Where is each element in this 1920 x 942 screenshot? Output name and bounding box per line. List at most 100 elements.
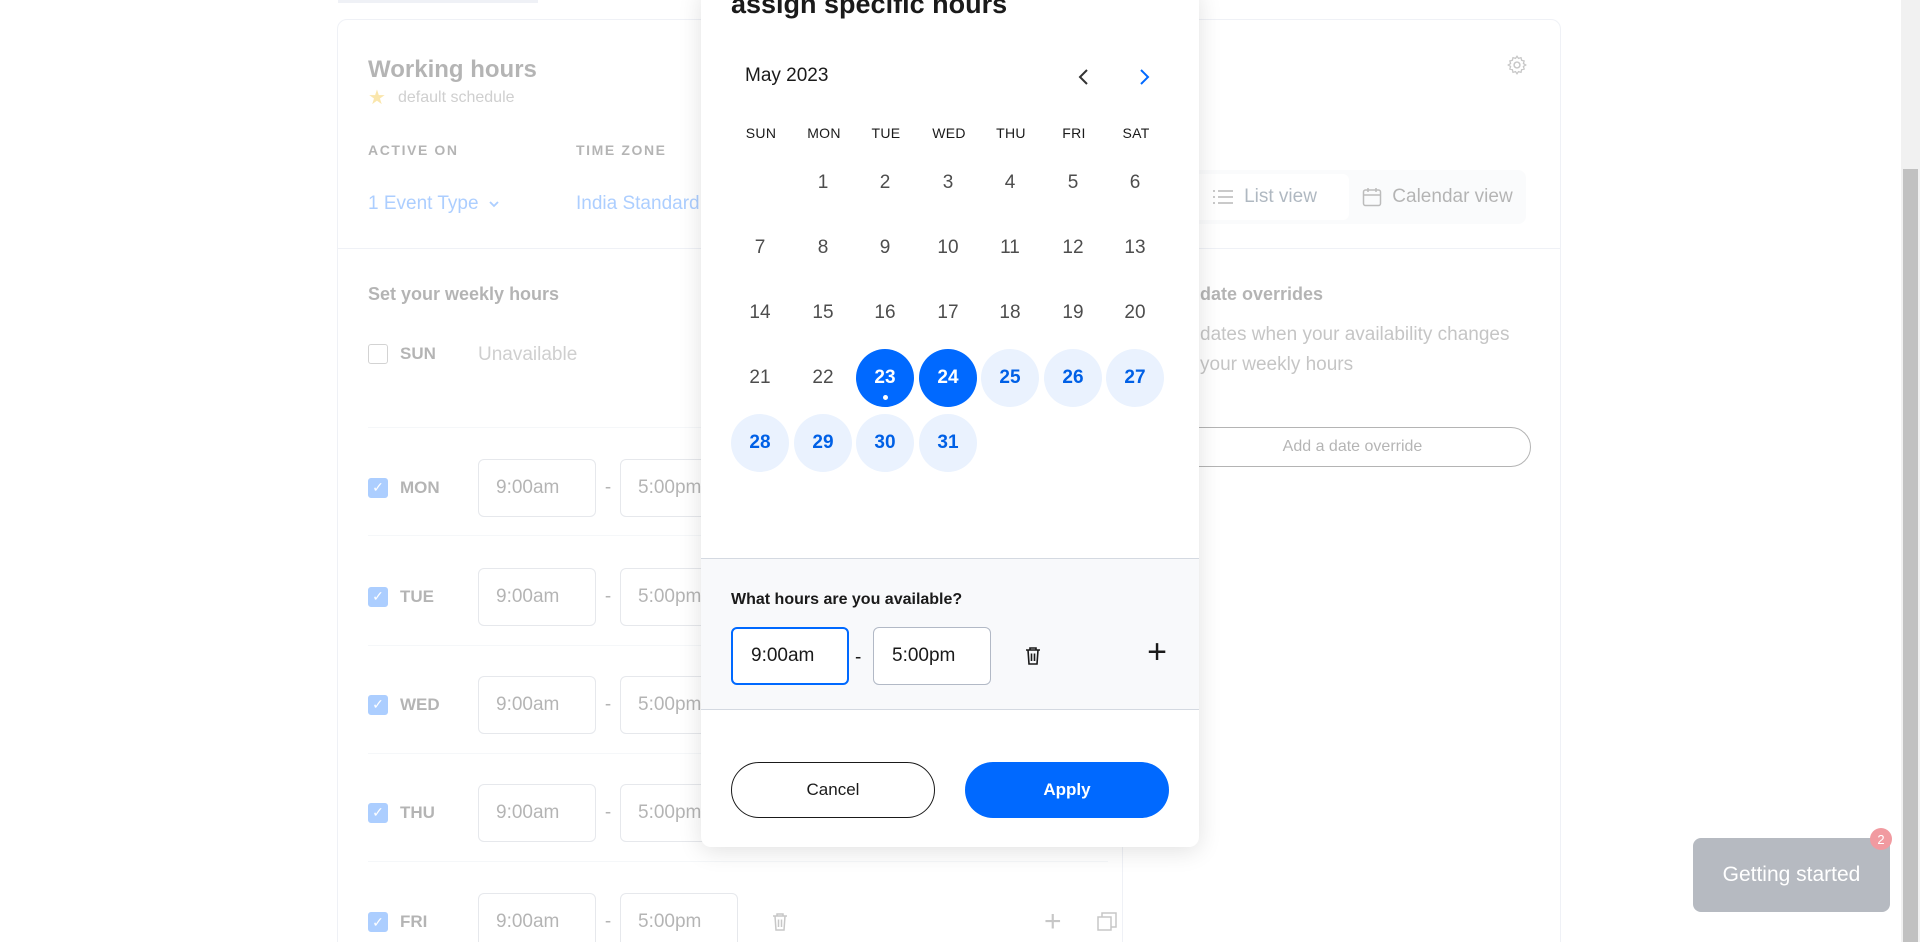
calendar-day[interactable]: 23 [856,349,914,407]
gear-icon[interactable] [1506,54,1528,76]
calendar-day-label: 29 [812,432,834,453]
day-checkbox-tue[interactable]: ✓ [368,586,388,607]
cancel-button[interactable]: Cancel [731,762,935,818]
calendar-day[interactable]: 5 [1044,154,1102,212]
calendar-day-label: 18 [999,302,1021,323]
add-date-override-button[interactable]: Add a date override [1174,427,1531,467]
calendar-day-label: 26 [1062,367,1084,388]
day-checkbox-fri[interactable]: ✓ [368,912,388,932]
getting-started-button[interactable]: Getting started 2 [1693,828,1892,912]
chevron-down-icon [488,201,499,208]
star-icon: ★ [368,87,386,109]
active-on-dropdown[interactable]: 1 Event Type [368,193,501,215]
calendar-day-label: 28 [749,432,771,453]
calendar-day[interactable]: 28 [731,414,789,472]
time-zone-dropdown[interactable]: India Standard [576,193,700,215]
notification-badge: 2 [1870,828,1892,850]
calendar-day[interactable]: 22 [794,349,852,407]
day-name-fri: FRI [400,912,428,931]
calendar-day[interactable]: 4 [981,154,1039,212]
date-overrides-line-2: your weekly hours [1200,354,1354,375]
calendar-day[interactable]: 2 [856,154,914,212]
add-hours-icon[interactable]: + [1142,635,1172,669]
calendar-day[interactable]: 17 [919,284,977,342]
calendar-day[interactable]: 11 [981,219,1039,277]
time-zone-value: India Standard [576,193,700,214]
calendar-day[interactable]: 29 [794,414,852,472]
next-month-button[interactable] [1129,62,1159,92]
start-time-mon[interactable]: 9:00am [478,458,596,517]
calendar-day-label: 21 [749,367,771,388]
hours-dash: - [855,647,862,668]
trash-icon[interactable] [1021,644,1045,668]
calendar-day[interactable]: 12 [1044,219,1102,277]
getting-started-label: Getting started [1722,863,1861,886]
calendar-day[interactable]: 10 [919,219,977,277]
calendar-day[interactable]: 20 [1106,284,1164,342]
calendar-day[interactable]: 19 [1044,284,1102,342]
calendar-day[interactable]: 3 [919,154,977,212]
day-name-sun: SUN [400,344,436,363]
default-schedule-row: ★ default schedule [368,88,515,108]
start-time-wed[interactable]: 9:00am [478,675,596,734]
time-dash: - [604,801,612,823]
calendar-day[interactable]: 16 [856,284,914,342]
calendar-day-label: 6 [1129,172,1141,193]
copy-icon[interactable] [1096,911,1118,933]
start-time-input[interactable]: 9:00am [731,627,849,685]
calendar-day[interactable]: 30 [856,414,914,472]
day-checkbox-wed[interactable]: ✓ [368,694,388,715]
calendar-day[interactable]: 8 [794,219,852,277]
day-checkbox-sun[interactable] [368,344,388,364]
list-view-button[interactable]: List view [1180,174,1349,220]
start-time-tue[interactable]: 9:00am [478,567,596,626]
start-time-fri[interactable]: 9:00am [478,893,596,942]
day-name-mon: MON [400,477,440,497]
date-overrides-description: dates when your availability changes you… [1200,320,1560,380]
time-dash: - [604,585,612,607]
trash-icon[interactable] [768,910,792,934]
calendar-day-label: 14 [749,302,771,323]
day-checkbox-mon[interactable]: ✓ [368,477,388,498]
day-name-wed: WED [400,694,440,714]
calendar-day[interactable]: 7 [731,219,789,277]
calendar-day[interactable]: 15 [794,284,852,342]
calendar-day[interactable]: 9 [856,219,914,277]
default-schedule-label: default schedule [398,89,515,106]
calendar-day-label: 8 [817,237,829,258]
apply-button[interactable]: Apply [965,762,1169,818]
calendar-day-label: 24 [937,367,959,388]
calendar-day-label: 4 [1004,172,1016,193]
weekday-thu: THU [996,125,1026,141]
working-hours-title: Working hours [368,56,537,83]
calendar-day-label: 7 [754,237,766,258]
add-interval-icon[interactable]: + [1044,907,1068,937]
calendar-day-label: 19 [1062,302,1084,323]
calendar-day[interactable]: 31 [919,414,977,472]
calendar-day-label: 3 [942,172,954,193]
calendar-day[interactable]: 14 [731,284,789,342]
calendar-day[interactable]: 6 [1106,154,1164,212]
start-time-thu[interactable]: 9:00am [478,783,596,842]
day-checkbox-thu[interactable]: ✓ [368,802,388,823]
day-name-thu: THU [400,802,435,822]
end-time-input[interactable]: 5:00pm [873,627,991,685]
calendar-day[interactable]: 25 [981,349,1039,407]
previous-month-button[interactable] [1069,62,1099,92]
calendar-day[interactable]: 24 [919,349,977,407]
calendar-day[interactable]: 18 [981,284,1039,342]
month-label: May 2023 [745,65,829,86]
weekday-fri: FRI [1062,125,1086,141]
scrollbar-thumb[interactable] [1903,169,1918,942]
scrollbar[interactable] [1901,0,1920,942]
calendar-day[interactable]: 13 [1106,219,1164,277]
calendar-day[interactable]: 1 [794,154,852,212]
end-time-fri[interactable]: 5:00pm [620,893,738,942]
calendar-day[interactable]: 26 [1044,349,1102,407]
time-zone-label: TIME ZONE [576,142,667,158]
calendar-day[interactable]: 27 [1106,349,1164,407]
calendar-day[interactable]: 21 [731,349,789,407]
day-name-tue: TUE [400,586,434,606]
calendar-view-button[interactable]: Calendar view [1353,174,1522,220]
time-dash: - [604,476,612,498]
